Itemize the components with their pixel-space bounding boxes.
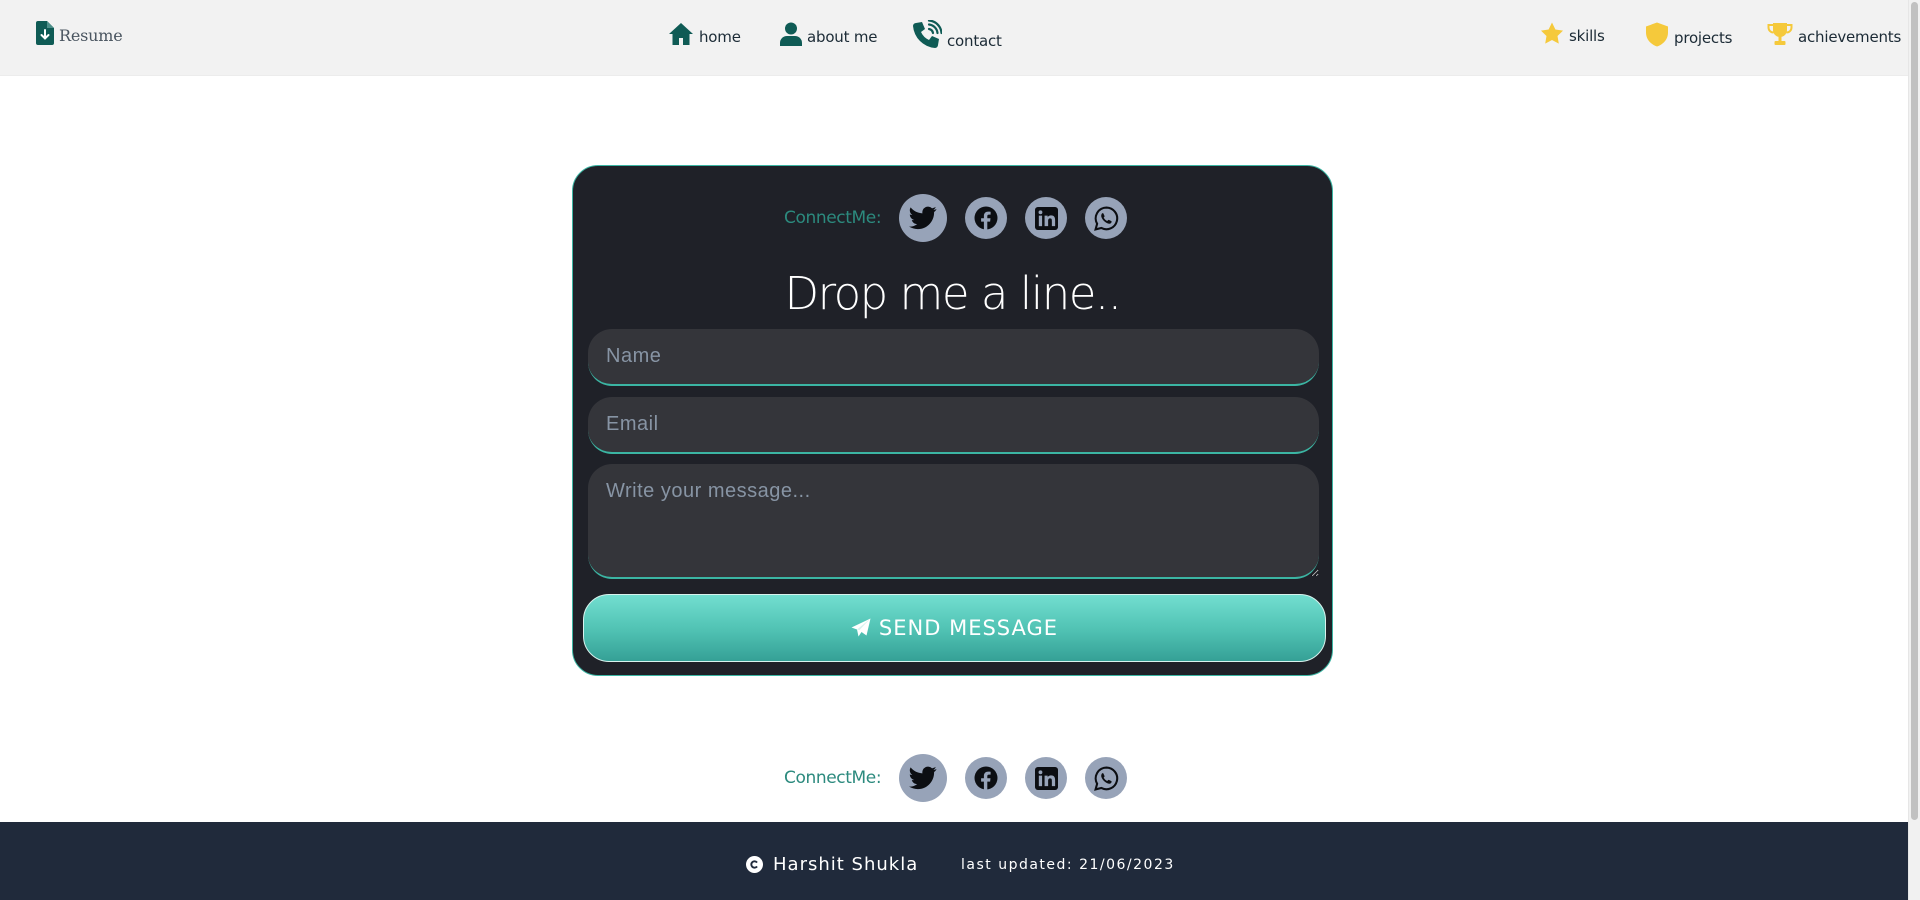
linkedin-icon (1034, 766, 1058, 790)
phone-volume-icon (913, 20, 942, 48)
user-icon (780, 22, 802, 46)
nav-projects-label: projects (1674, 29, 1733, 47)
connect-label: ConnectMe: (784, 768, 882, 788)
facebook-button[interactable] (965, 757, 1008, 799)
linkedin-icon (1034, 206, 1058, 230)
card-connect-row: ConnectMe: (784, 194, 1145, 242)
nav-achievements-label: achievements (1798, 28, 1902, 46)
trophy-icon (1767, 23, 1793, 45)
twitter-button[interactable] (899, 194, 948, 242)
scrollbar-thumb[interactable] (1911, 2, 1918, 820)
nav-about-me[interactable]: about me (780, 22, 877, 46)
send-message-button[interactable]: SEND MESSAGE (583, 594, 1326, 662)
email-input[interactable] (588, 397, 1319, 454)
twitter-icon (909, 206, 937, 230)
nav-home-label: home (699, 28, 741, 46)
page-scrollbar[interactable] (1908, 0, 1920, 900)
message-textarea[interactable] (588, 464, 1319, 579)
page-connect-row: ConnectMe: (784, 754, 1145, 802)
linkedin-button[interactable] (1025, 757, 1068, 799)
whatsapp-button[interactable] (1085, 757, 1128, 799)
send-message-label: SEND MESSAGE (878, 616, 1059, 640)
contact-card: ConnectMe: Drop me a line.. Name Email W… (572, 165, 1333, 676)
whatsapp-icon (1093, 206, 1118, 231)
paper-plane-icon (851, 618, 871, 637)
nav-skills[interactable]: skills (1540, 22, 1605, 45)
nav-contact[interactable]: contact (912, 20, 1002, 50)
star-icon (1541, 22, 1563, 44)
connect-label: ConnectMe: (784, 208, 882, 228)
resume-link[interactable]: Resume (36, 21, 123, 45)
author-name: Harshit Shukla (773, 854, 919, 875)
nav-projects[interactable]: projects (1645, 22, 1732, 47)
footer (0, 822, 1909, 900)
top-navbar: Resume home about me contact skills proj… (0, 0, 1909, 76)
nav-home[interactable]: home (668, 22, 741, 46)
twitter-icon (909, 766, 937, 790)
facebook-button[interactable] (965, 197, 1008, 239)
contact-title: Drop me a line.. (784, 267, 1122, 320)
home-icon (669, 23, 693, 45)
whatsapp-button[interactable] (1085, 197, 1128, 239)
last-updated: last updated: 21/06/2023 (961, 857, 1175, 873)
nav-contact-label: contact (947, 32, 1002, 50)
nav-skills-label: skills (1569, 27, 1605, 45)
name-input[interactable] (588, 329, 1319, 386)
file-download-icon (36, 21, 54, 45)
copyright-icon (746, 856, 763, 873)
copyright: Harshit Shukla (746, 854, 918, 875)
linkedin-button[interactable] (1025, 197, 1068, 239)
shield-icon (1646, 22, 1668, 47)
whatsapp-icon (1093, 766, 1118, 791)
facebook-icon (974, 766, 998, 790)
facebook-icon (974, 206, 998, 230)
nav-about-label: about me (807, 28, 878, 46)
nav-achievements[interactable]: achievements (1767, 22, 1901, 46)
resume-label: Resume (59, 26, 123, 45)
twitter-button[interactable] (899, 754, 948, 802)
